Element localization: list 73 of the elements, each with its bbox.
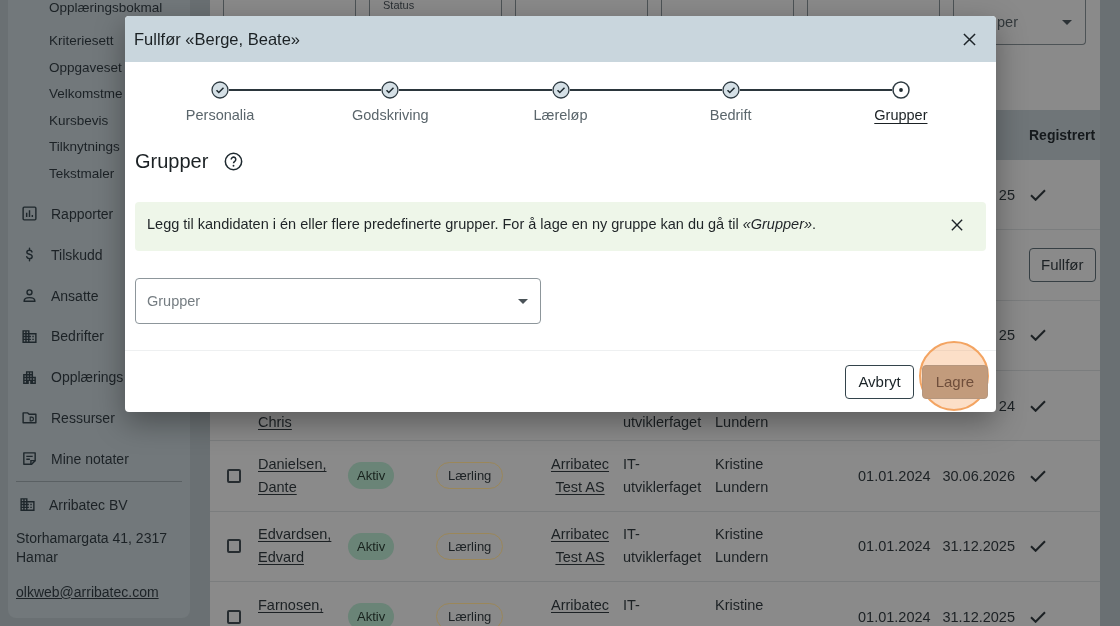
save-button[interactable]: Lagre [921,364,988,399]
organization-name: Arribatec BV [49,496,128,513]
column-header: Registrert [1029,127,1096,143]
note-icon [21,450,38,468]
subject-text: utviklerfaget [623,414,702,431]
close-icon [962,32,976,46]
step-tab[interactable]: Personalia [185,107,255,123]
step-tab[interactable]: Grupper [874,107,928,123]
end-date: 25 [998,327,1015,344]
sidebar-item[interactable]: Tilskudd [21,242,103,267]
company-link[interactable]: Arribatec Test AS [547,523,613,570]
close-icon [951,219,963,231]
sidebar-item[interactable]: Bedrifter [21,324,104,349]
step-tab[interactable]: Godskriving [352,107,429,123]
field-label: Status [383,0,415,10]
company-link[interactable]: Arribatec [551,593,609,617]
subject-text: IT- [623,595,640,615]
help-icon[interactable] [224,151,244,171]
end-date: 24 [998,398,1015,414]
alert-text: Legg til kandidaten i én eller flere predefinerte grupper. For å lage en ny gruppe kan du gå til «Grupper». [147,215,817,233]
row-checkbox[interactable] [227,609,241,624]
company-link[interactable]: Arribatec Test AS [547,452,613,499]
cancel-button[interactable]: Avbryt [845,364,914,399]
sidebar-item[interactable]: Rapporter [21,201,114,226]
row-checkbox[interactable] [227,468,241,483]
building-icon [19,496,36,514]
group-select[interactable]: Grupper [135,278,541,324]
sidebar-link[interactable]: Kriteriesett [49,33,114,49]
contact-name: Lundern [715,414,769,431]
contact-name: Kristine Lundern [715,454,769,497]
end-date: 31.12.2025 [942,538,1015,555]
row-checkbox[interactable] [227,539,241,554]
caret-icon [1062,19,1072,25]
contact-name: Kristine Lundern [715,525,769,568]
buildings-icon [21,368,38,386]
name-link[interactable]: Danielsen, Dante [258,452,327,499]
section-heading: Grupper [135,149,209,173]
person-icon [21,287,38,305]
step-tab[interactable]: Læreløp [533,107,588,123]
dialog-title: Fullfør «Berge, Beate» [134,29,300,49]
status-badge: Aktiv [348,532,395,560]
folder-icon [21,409,38,427]
start-date: 01.01.2024 [858,538,931,555]
subject-text: IT-utviklerfaget [623,454,702,497]
name-link[interactable]: Farnosen, [258,593,324,617]
status-badge: Aktiv [348,603,395,626]
sidebar-link[interactable]: Velkomstme [49,86,123,103]
sidebar-item[interactable]: Ansatte [21,283,99,308]
complete-button[interactable]: Fullfør [1029,248,1096,282]
organization-address: Storhamargata 41, 2317 Hamar [16,529,168,568]
bar-chart-icon [21,205,38,223]
email-link[interactable]: olkweb@arribatec.com [16,583,159,600]
sidebar-link[interactable]: Kursbevis [49,112,109,129]
start-date: 01.01.2024 [858,467,931,484]
sidebar-item[interactable]: Opplærings [21,365,124,390]
building-icon [21,327,38,345]
contact-name: Kristine [715,595,764,615]
step-tab[interactable]: Bedrift [709,107,752,123]
sidebar-link[interactable]: Opplæringsbokmal [49,0,163,16]
end-date: 30.06.2026 [942,467,1015,484]
end-date: 25 [998,186,1015,203]
name-link[interactable]: Edvardsen, Edvard [258,523,332,570]
end-date: 31.12.2025 [942,608,1015,625]
sidebar-item[interactable]: Mine notater [21,446,129,471]
subject-text: IT-utviklerfaget [623,525,702,568]
sidebar-link[interactable]: Oppgaveset [49,59,122,76]
name-link[interactable]: Chris [258,414,292,431]
caret-icon [518,298,528,304]
sidebar-item[interactable]: Ressurser [21,405,115,430]
status-badge: Aktiv [348,462,395,490]
start-date: 01.01.2024 [858,608,931,625]
sidebar-link[interactable]: Tekstmaler [49,165,115,182]
sidebar-link[interactable]: Tilknytnings [49,139,120,156]
